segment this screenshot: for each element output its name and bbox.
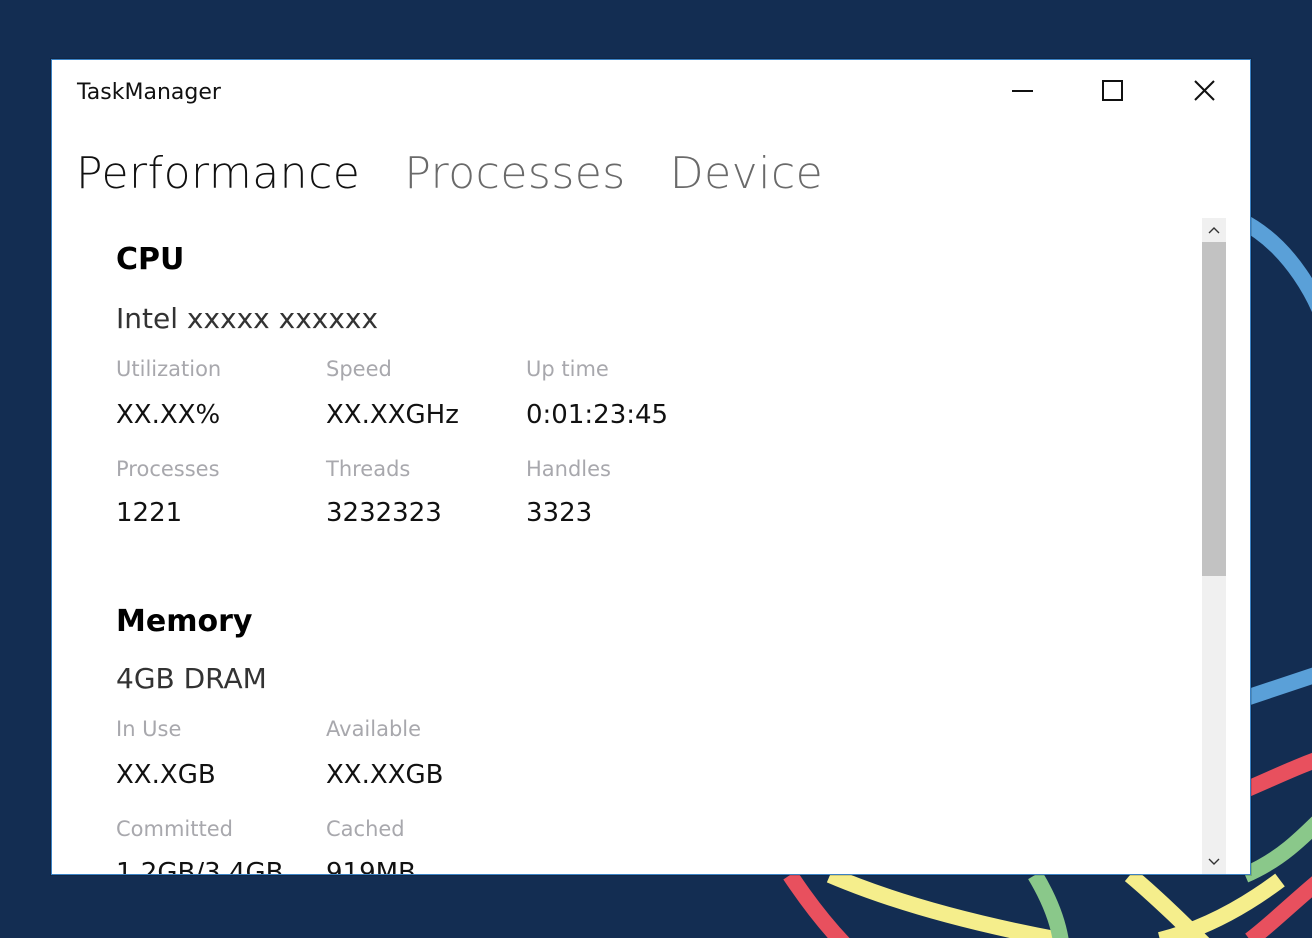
processes-label: Processes bbox=[116, 457, 220, 481]
committed-value: 1.2GB/3.4GB bbox=[116, 858, 284, 874]
vertical-scrollbar[interactable] bbox=[1202, 218, 1226, 874]
handles-label: Handles bbox=[526, 457, 611, 481]
close-button[interactable] bbox=[1158, 60, 1250, 124]
scroll-thumb[interactable] bbox=[1202, 242, 1226, 576]
cached-label: Cached bbox=[326, 817, 405, 841]
speed-label: Speed bbox=[326, 357, 392, 381]
minimize-button[interactable] bbox=[976, 60, 1068, 124]
tab-performance[interactable]: Performance bbox=[76, 146, 360, 202]
minimize-icon bbox=[1012, 90, 1033, 92]
title-bar[interactable]: TaskManager bbox=[52, 60, 1250, 124]
uptime-value: 0:01:23:45 bbox=[526, 400, 669, 430]
speed-value: XX.XXGHz bbox=[326, 400, 459, 430]
tab-bar: Performance Processes Device bbox=[76, 146, 867, 206]
memory-model: 4GB DRAM bbox=[116, 662, 267, 695]
desktop: TaskManager Performance Processes Device bbox=[0, 0, 1312, 938]
maximize-button[interactable] bbox=[1066, 60, 1158, 124]
tab-processes[interactable]: Processes bbox=[404, 146, 625, 202]
chevron-down-icon bbox=[1208, 858, 1220, 865]
utilization-label: Utilization bbox=[116, 357, 222, 381]
scroll-up-button[interactable] bbox=[1202, 218, 1226, 242]
cpu-section-title: CPU bbox=[116, 242, 185, 277]
cpu-model: Intel xxxxx xxxxxx bbox=[116, 302, 379, 335]
cached-value: 919MB bbox=[326, 858, 416, 874]
available-value: XX.XXGB bbox=[326, 760, 444, 790]
maximize-icon bbox=[1102, 80, 1123, 101]
inuse-value: XX.XGB bbox=[116, 760, 216, 790]
threads-value: 3232323 bbox=[326, 498, 442, 528]
scroll-down-button[interactable] bbox=[1202, 850, 1226, 874]
threads-label: Threads bbox=[326, 457, 411, 481]
handles-value: 3323 bbox=[526, 498, 593, 528]
performance-panel: CPU Intel xxxxx xxxxxx Utilization Speed… bbox=[52, 218, 1202, 874]
processes-value: 1221 bbox=[116, 498, 183, 528]
uptime-label: Up time bbox=[526, 357, 609, 381]
committed-label: Committed bbox=[116, 817, 233, 841]
available-label: Available bbox=[326, 717, 422, 741]
memory-section-title: Memory bbox=[116, 604, 253, 639]
utilization-value: XX.XX% bbox=[116, 400, 221, 430]
chevron-up-icon bbox=[1208, 227, 1220, 234]
tab-device[interactable]: Device bbox=[670, 146, 823, 202]
app-window: TaskManager Performance Processes Device bbox=[51, 59, 1251, 875]
window-title: TaskManager bbox=[77, 80, 221, 105]
inuse-label: In Use bbox=[116, 717, 182, 741]
close-icon bbox=[1194, 80, 1215, 101]
